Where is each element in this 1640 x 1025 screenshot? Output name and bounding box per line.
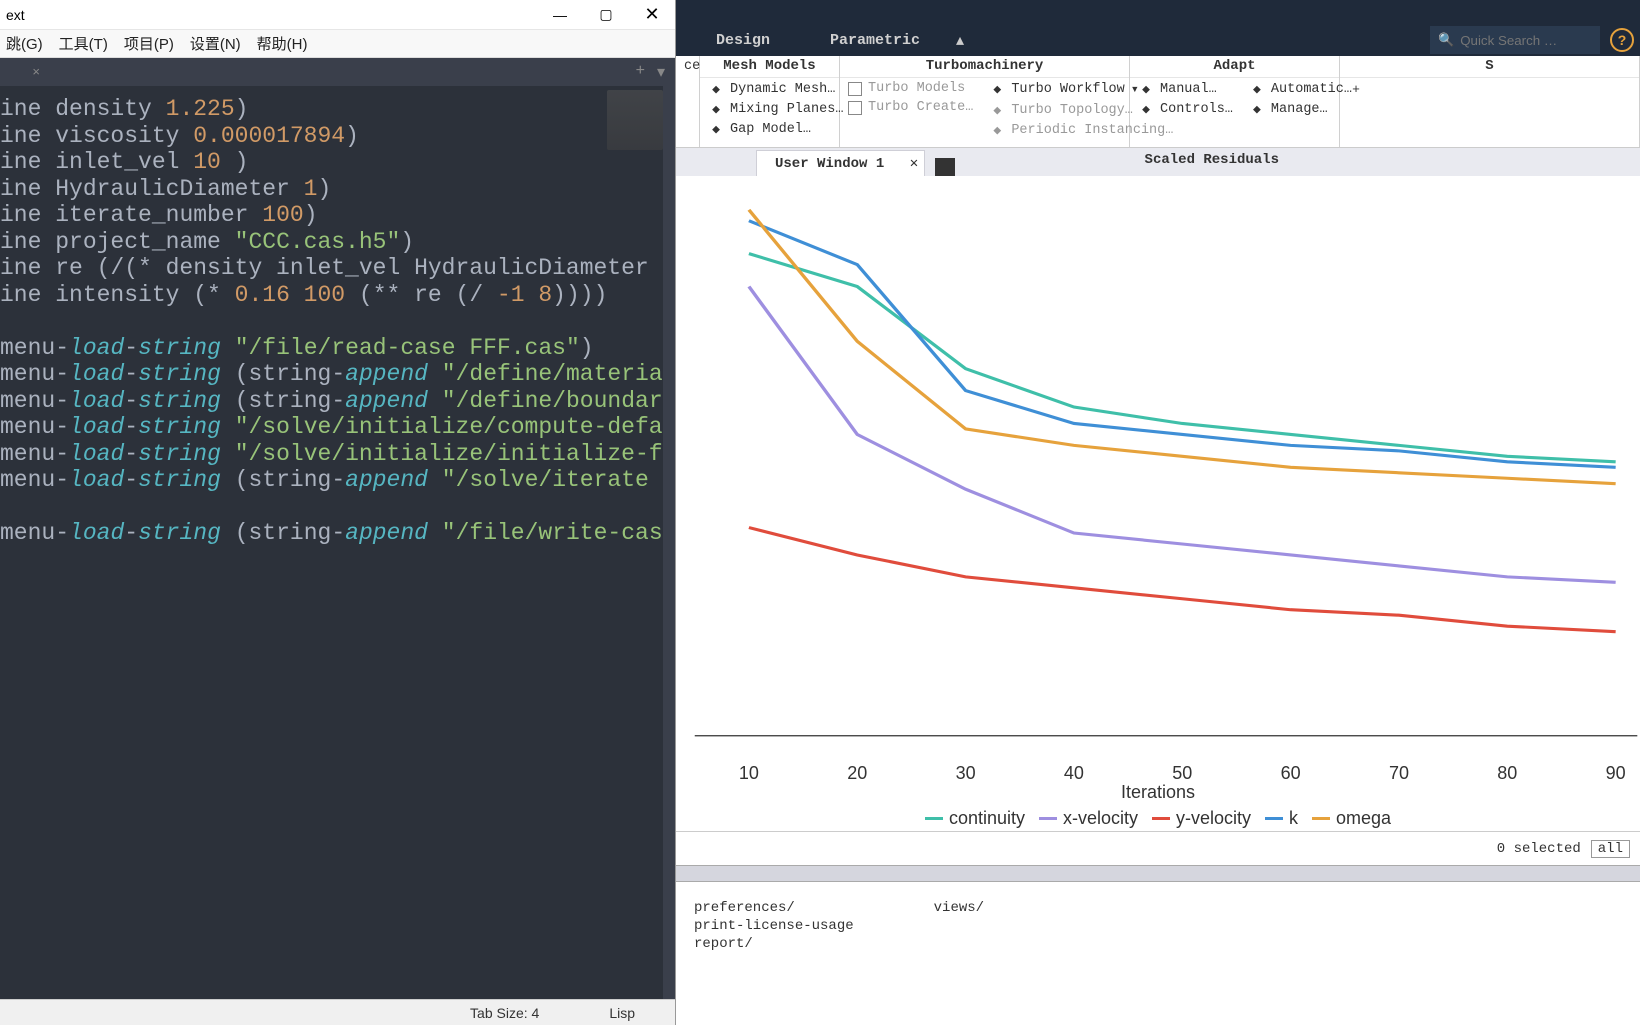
- tui-cmd[interactable]: preferences/: [694, 900, 854, 916]
- status-syntax[interactable]: Lisp: [609, 1005, 635, 1021]
- legend-x-velocity[interactable]: x-velocity: [1039, 808, 1138, 829]
- tt-icon: ◆: [989, 102, 1005, 118]
- tui-cmd[interactable]: print-license-usage: [694, 918, 854, 934]
- legend-omega[interactable]: omega: [1312, 808, 1391, 829]
- editor-statusbar: Tab Size: 4 Lisp: [0, 999, 675, 1025]
- help-icon[interactable]: ?: [1610, 28, 1634, 52]
- tab-design[interactable]: Design: [686, 32, 800, 49]
- menu-settings[interactable]: 设置(N): [190, 33, 241, 54]
- legend-continuity[interactable]: continuity: [925, 808, 1025, 829]
- mng-icon: ◆: [1249, 101, 1265, 117]
- maximize-button[interactable]: ▢: [583, 0, 629, 30]
- minimap[interactable]: [607, 90, 663, 150]
- ribbon-item-mixing-planes-[interactable]: ◆Mixing Planes…: [708, 100, 843, 118]
- selection-bar: 0 selected all: [676, 831, 1640, 865]
- chart-plot[interactable]: 102030405060708090 Iterations continuity…: [676, 176, 1640, 831]
- group-turbomachinery: Turbomachinery: [840, 56, 1129, 78]
- fluent-window: Design Parametric ▴ 🔍 ? ces Mesh Models …: [676, 0, 1640, 1025]
- text-editor-window: ext — ▢ ✕ 跳(G) 工具(T) 项目(P) 设置(N) 帮助(H) ×…: [0, 0, 676, 1025]
- minimize-button[interactable]: —: [537, 0, 583, 30]
- tab-close-icon[interactable]: ×: [32, 64, 40, 79]
- ribbon-item-gap-model-[interactable]: ◆Gap Model…: [708, 120, 843, 138]
- ctl-icon: ◆: [1138, 101, 1154, 117]
- console-grip[interactable]: [676, 866, 1640, 882]
- ribbon-item-automatic-[interactable]: ◆Automatic…: [1249, 80, 1352, 98]
- ribbon-item-turbo-create-[interactable]: Turbo Create…: [848, 99, 973, 116]
- ribbon-item-manage-[interactable]: ◆Manage…: [1249, 100, 1352, 118]
- console-panel: preferences/print-license-usage report/ v…: [676, 865, 1640, 1025]
- plus-icon: +: [1348, 81, 1364, 97]
- pi-icon: ◆: [989, 122, 1005, 138]
- graphics-thumbnail[interactable]: [935, 158, 955, 176]
- ribbon: ces Mesh Models ◆Dynamic Mesh…◆Mixing Pl…: [676, 56, 1640, 148]
- checkbox-icon[interactable]: [848, 82, 862, 96]
- x-ticks: 102030405060708090: [676, 763, 1640, 783]
- group-s: S: [1340, 56, 1639, 78]
- fluent-titlebar-area[interactable]: [676, 0, 1640, 24]
- console[interactable]: preferences/print-license-usage report/ v…: [676, 882, 1640, 1025]
- ribbon-item-dynamic-mesh-[interactable]: ◆Dynamic Mesh…: [708, 80, 843, 98]
- editor-title: ext: [0, 7, 25, 23]
- chart-legend: continuity x-velocity y-velocity komega: [676, 808, 1640, 829]
- ribbon-item-turbo-models[interactable]: Turbo Models: [848, 80, 973, 97]
- code-area[interactable]: ine density 1.225)ine viscosity 0.000017…: [0, 86, 675, 999]
- tab-parametric[interactable]: Parametric: [800, 32, 950, 49]
- menu-tools[interactable]: 工具(T): [59, 33, 108, 54]
- gap-icon: ◆: [708, 121, 724, 137]
- mix-icon: ◆: [708, 101, 724, 117]
- editor-titlebar[interactable]: ext — ▢ ✕: [0, 0, 675, 30]
- legend-y-velocity[interactable]: y-velocity: [1152, 808, 1251, 829]
- tui-cmd[interactable]: views/: [934, 900, 984, 916]
- checkbox-icon[interactable]: [848, 101, 862, 115]
- ribbon-item-controls-[interactable]: ◆Controls…: [1138, 100, 1233, 118]
- new-tab-icon[interactable]: +: [636, 62, 645, 82]
- graphics-tab-label: User Window 1: [775, 156, 884, 172]
- scrollbar[interactable]: [663, 86, 675, 999]
- menu-help[interactable]: 帮助(H): [257, 33, 308, 54]
- close-icon[interactable]: ✕: [910, 155, 918, 172]
- search-input[interactable]: [1460, 33, 1580, 48]
- chevron-up-icon[interactable]: ▴: [956, 30, 964, 50]
- add-button[interactable]: +: [1348, 80, 1364, 98]
- editor-tabrow: × + ▾: [0, 58, 675, 86]
- dyn-icon: ◆: [708, 81, 724, 97]
- auto-icon: ◆: [1249, 81, 1265, 97]
- wf-icon: ◆: [989, 82, 1005, 98]
- graphics-area: User Window 1 ✕ Scaled Residuals 1020304…: [676, 148, 1640, 831]
- x-axis-label: Iterations: [676, 782, 1640, 803]
- group-mesh-models: Mesh Models: [700, 56, 839, 78]
- group-adapt: Adapt: [1130, 56, 1339, 78]
- tui-cmd[interactable]: report/: [694, 936, 854, 952]
- editor-tab[interactable]: ×: [0, 58, 50, 86]
- menu-project[interactable]: 项目(P): [124, 33, 174, 54]
- search-icon: 🔍: [1438, 32, 1454, 48]
- tab-dropdown-icon[interactable]: ▾: [657, 62, 665, 82]
- graphics-tab-user-window[interactable]: User Window 1 ✕: [756, 150, 925, 176]
- chart-title: Scaled Residuals: [1145, 152, 1279, 168]
- editor-menubar: 跳(G) 工具(T) 项目(P) 设置(N) 帮助(H): [0, 30, 675, 58]
- selection-count: 0 selected: [1497, 841, 1581, 857]
- man-icon: ◆: [1138, 81, 1154, 97]
- ribbon-item-manual-[interactable]: ◆Manual…: [1138, 80, 1233, 98]
- close-button[interactable]: ✕: [629, 0, 675, 30]
- menu-goto[interactable]: 跳(G): [6, 33, 43, 54]
- selection-filter[interactable]: all: [1591, 840, 1630, 858]
- quick-search[interactable]: 🔍: [1430, 26, 1600, 54]
- fluent-tabbar: Design Parametric ▴ 🔍 ?: [676, 24, 1640, 56]
- status-tab-size[interactable]: Tab Size: 4: [470, 1005, 539, 1021]
- legend-k[interactable]: k: [1265, 808, 1298, 829]
